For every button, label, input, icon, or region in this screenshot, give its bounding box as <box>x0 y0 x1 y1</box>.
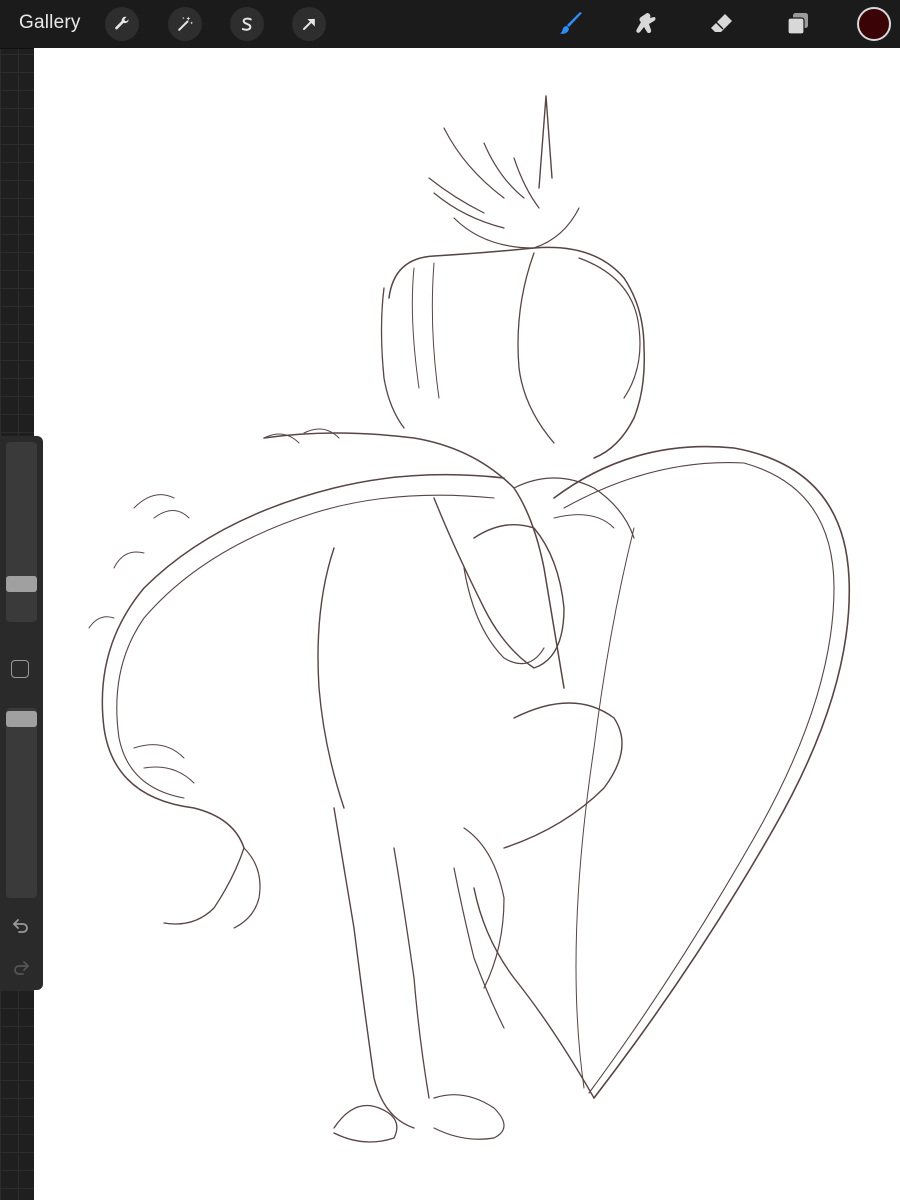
transform-arrow-icon[interactable] <box>292 7 326 41</box>
opacity-slider-thumb[interactable] <box>6 711 37 728</box>
top-toolbar: Gallery <box>0 0 900 49</box>
redo-icon[interactable] <box>9 956 33 980</box>
actions-wrench-icon[interactable] <box>105 7 139 41</box>
brush-icon[interactable] <box>554 6 590 42</box>
eraser-icon[interactable] <box>704 6 740 42</box>
modify-button[interactable] <box>11 660 29 678</box>
sketch-drawing <box>88 95 851 1143</box>
brush-sidebar <box>0 436 43 990</box>
drawing-canvas[interactable] <box>34 48 900 1200</box>
brush-size-slider-thumb[interactable] <box>6 576 37 593</box>
brush-size-slider-track[interactable] <box>6 442 37 622</box>
undo-icon[interactable] <box>9 914 33 938</box>
selection-s-icon[interactable] <box>230 7 264 41</box>
color-picker-swatch[interactable] <box>857 7 891 41</box>
opacity-slider-track[interactable] <box>6 708 37 898</box>
layers-icon[interactable] <box>780 6 816 42</box>
adjustments-wand-icon[interactable] <box>168 7 202 41</box>
smudge-icon[interactable] <box>628 6 664 42</box>
gallery-button[interactable]: Gallery <box>19 12 81 34</box>
